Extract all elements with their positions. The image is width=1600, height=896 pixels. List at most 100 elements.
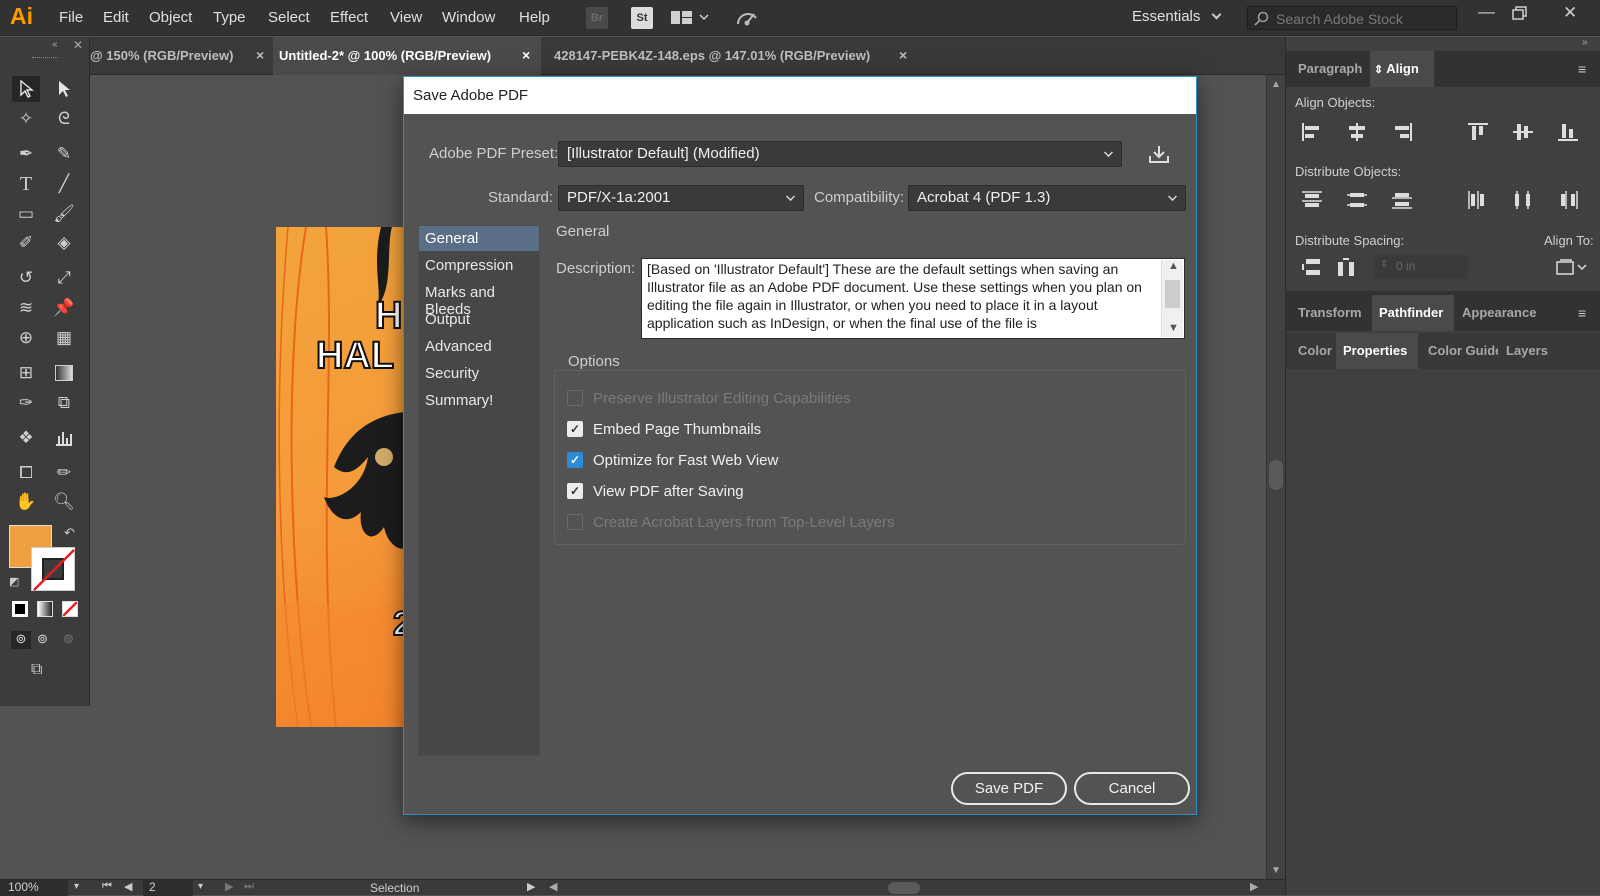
- checkbox-checked-icon[interactable]: ✓: [567, 483, 583, 499]
- nav-general[interactable]: General: [419, 226, 539, 251]
- rectangle-tool-icon[interactable]: ▭: [12, 201, 40, 227]
- menu-view[interactable]: View: [390, 9, 422, 26]
- menu-window[interactable]: Window: [442, 9, 495, 26]
- shaper-tool-icon[interactable]: ✐: [12, 230, 40, 256]
- artboard-number-field[interactable]: 2: [143, 880, 193, 896]
- nav-output[interactable]: Output: [419, 307, 539, 332]
- artboard-tool-icon[interactable]: ⧠: [12, 460, 40, 486]
- checkbox-checked-icon[interactable]: ✓: [567, 421, 583, 437]
- blend-tool-icon[interactable]: ⧉: [50, 390, 78, 416]
- compatibility-select[interactable]: Acrobat 4 (PDF 1.3): [908, 185, 1186, 211]
- eraser-tool-icon[interactable]: ◈: [50, 230, 78, 256]
- menu-edit[interactable]: Edit: [103, 9, 129, 26]
- close-panel-icon[interactable]: ✕: [73, 38, 83, 52]
- menu-help[interactable]: Help: [519, 9, 550, 26]
- zoom-level-field[interactable]: 100%: [0, 880, 68, 896]
- checkbox[interactable]: [567, 390, 583, 406]
- menu-effect[interactable]: Effect: [330, 9, 368, 26]
- type-tool-icon[interactable]: T: [12, 171, 40, 197]
- horizontal-distribute-space-icon[interactable]: [1333, 254, 1361, 280]
- nav-advanced[interactable]: Advanced: [419, 334, 539, 359]
- save-preset-icon[interactable]: [1148, 144, 1170, 167]
- align-right-icon[interactable]: [1388, 119, 1416, 145]
- chevron-down-icon[interactable]: ▾: [198, 881, 203, 892]
- scroll-thumb[interactable]: [1165, 280, 1180, 308]
- horizontal-scroll-thumb[interactable]: [888, 882, 920, 894]
- nav-security[interactable]: Security: [419, 361, 539, 386]
- menu-type[interactable]: Type: [213, 9, 246, 26]
- close-window-icon[interactable]: ✕: [1563, 3, 1577, 23]
- distribute-top-icon[interactable]: [1298, 187, 1326, 213]
- width-tool-icon[interactable]: ≋: [12, 295, 40, 321]
- color-mode-icon[interactable]: [12, 601, 28, 617]
- zoom-tool-icon[interactable]: 🔍︎: [50, 489, 78, 515]
- distribute-vertical-center-icon[interactable]: [1343, 187, 1371, 213]
- shape-builder-tool-icon[interactable]: ⊕: [12, 325, 40, 351]
- cancel-button[interactable]: Cancel: [1074, 772, 1190, 805]
- tab-paragraph[interactable]: Paragraph: [1286, 51, 1370, 87]
- close-tab-icon[interactable]: ×: [522, 47, 530, 63]
- line-tool-icon[interactable]: ╱: [50, 171, 78, 197]
- vertical-distribute-space-icon[interactable]: [1298, 254, 1326, 280]
- bridge-icon[interactable]: Br: [586, 7, 608, 29]
- collapse-dock-icon[interactable]: »: [1582, 37, 1588, 48]
- first-artboard-icon[interactable]: ⏮: [102, 880, 112, 893]
- tab-appearance[interactable]: Appearance: [1454, 295, 1546, 331]
- standard-select[interactable]: PDF/X-1a:2001: [558, 185, 804, 211]
- dialog-title-bar[interactable]: Save Adobe PDF: [404, 77, 1196, 114]
- align-top-icon[interactable]: [1464, 119, 1492, 145]
- chevron-up-icon[interactable]: ▲: [1168, 260, 1179, 272]
- draw-inside-icon[interactable]: ⊚: [63, 631, 74, 647]
- option-fast-web-view[interactable]: ✓ Optimize for Fast Web View: [567, 449, 778, 471]
- mesh-tool-icon[interactable]: ⊞: [12, 360, 40, 386]
- curvature-tool-icon[interactable]: ✎: [50, 141, 78, 167]
- workspace-switcher[interactable]: Essentials: [1132, 8, 1221, 25]
- last-artboard-icon[interactable]: ⏭: [244, 880, 254, 893]
- tab-align[interactable]: ⇕ Align: [1370, 51, 1434, 87]
- option-embed-thumbnails[interactable]: ✓ Embed Page Thumbnails: [567, 418, 761, 440]
- rotate-tool-icon[interactable]: ↺: [12, 265, 40, 291]
- checkbox[interactable]: [567, 514, 583, 530]
- menu-file[interactable]: File: [59, 9, 83, 26]
- align-horizontal-center-icon[interactable]: [1343, 119, 1371, 145]
- stroke-color-swatch[interactable]: [31, 547, 75, 591]
- nav-marks-and-bleeds[interactable]: Marks and Bleeds: [419, 280, 539, 318]
- tab-properties[interactable]: Properties: [1336, 333, 1418, 369]
- align-left-icon[interactable]: [1298, 119, 1326, 145]
- tab-color-guide[interactable]: Color Guide: [1418, 333, 1498, 369]
- description-textarea[interactable]: [Based on 'Illustrator Default'] These a…: [641, 258, 1185, 339]
- gpu-performance-icon[interactable]: [735, 8, 761, 31]
- checkbox-checked-icon[interactable]: ✓: [567, 452, 583, 468]
- draw-normal-icon[interactable]: ⊚: [11, 631, 31, 649]
- tab-document-1[interactable]: @ 150% (RGB/Preview) ×: [90, 37, 272, 75]
- scale-tool-icon[interactable]: ⤢: [50, 265, 78, 291]
- scroll-thumb[interactable]: [1269, 460, 1283, 490]
- option-acrobat-layers[interactable]: Create Acrobat Layers from Top-Level Lay…: [567, 511, 895, 533]
- close-tab-icon[interactable]: ×: [899, 47, 907, 63]
- tab-pathfinder[interactable]: Pathfinder: [1372, 295, 1454, 331]
- nav-compression[interactable]: Compression: [419, 253, 539, 278]
- arrange-documents-icon[interactable]: [671, 9, 711, 30]
- symbol-sprayer-tool-icon[interactable]: ❖: [12, 425, 40, 451]
- chevron-down-icon[interactable]: ▾: [74, 881, 79, 892]
- tab-transform[interactable]: Transform: [1286, 295, 1372, 331]
- scroll-left-icon[interactable]: ◀: [549, 880, 557, 893]
- menu-select[interactable]: Select: [268, 9, 310, 26]
- chevron-down-icon[interactable]: ▼: [1168, 322, 1179, 334]
- magic-wand-tool-icon[interactable]: ✧: [12, 106, 40, 132]
- align-bottom-icon[interactable]: [1554, 119, 1582, 145]
- status-menu-icon[interactable]: ▶: [527, 880, 535, 893]
- direct-selection-tool-icon[interactable]: [50, 76, 78, 102]
- nav-summary[interactable]: Summary!: [419, 388, 539, 413]
- tab-document-2[interactable]: Untitled-2* @ 100% (RGB/Preview) ×: [273, 37, 541, 75]
- hand-tool-icon[interactable]: ✋: [12, 489, 40, 515]
- save-pdf-button[interactable]: Save PDF: [951, 772, 1067, 805]
- panel-menu-icon[interactable]: ≡: [1578, 305, 1586, 321]
- pdf-preset-select[interactable]: [Illustrator Default] (Modified): [558, 141, 1122, 167]
- tab-layers[interactable]: Layers: [1498, 333, 1558, 369]
- slice-tool-icon[interactable]: ✏: [50, 460, 78, 486]
- tab-color[interactable]: Color: [1286, 333, 1336, 369]
- close-tab-icon[interactable]: ×: [256, 47, 264, 63]
- minimize-icon[interactable]: —: [1478, 2, 1495, 22]
- gradient-tool-icon[interactable]: [50, 360, 78, 386]
